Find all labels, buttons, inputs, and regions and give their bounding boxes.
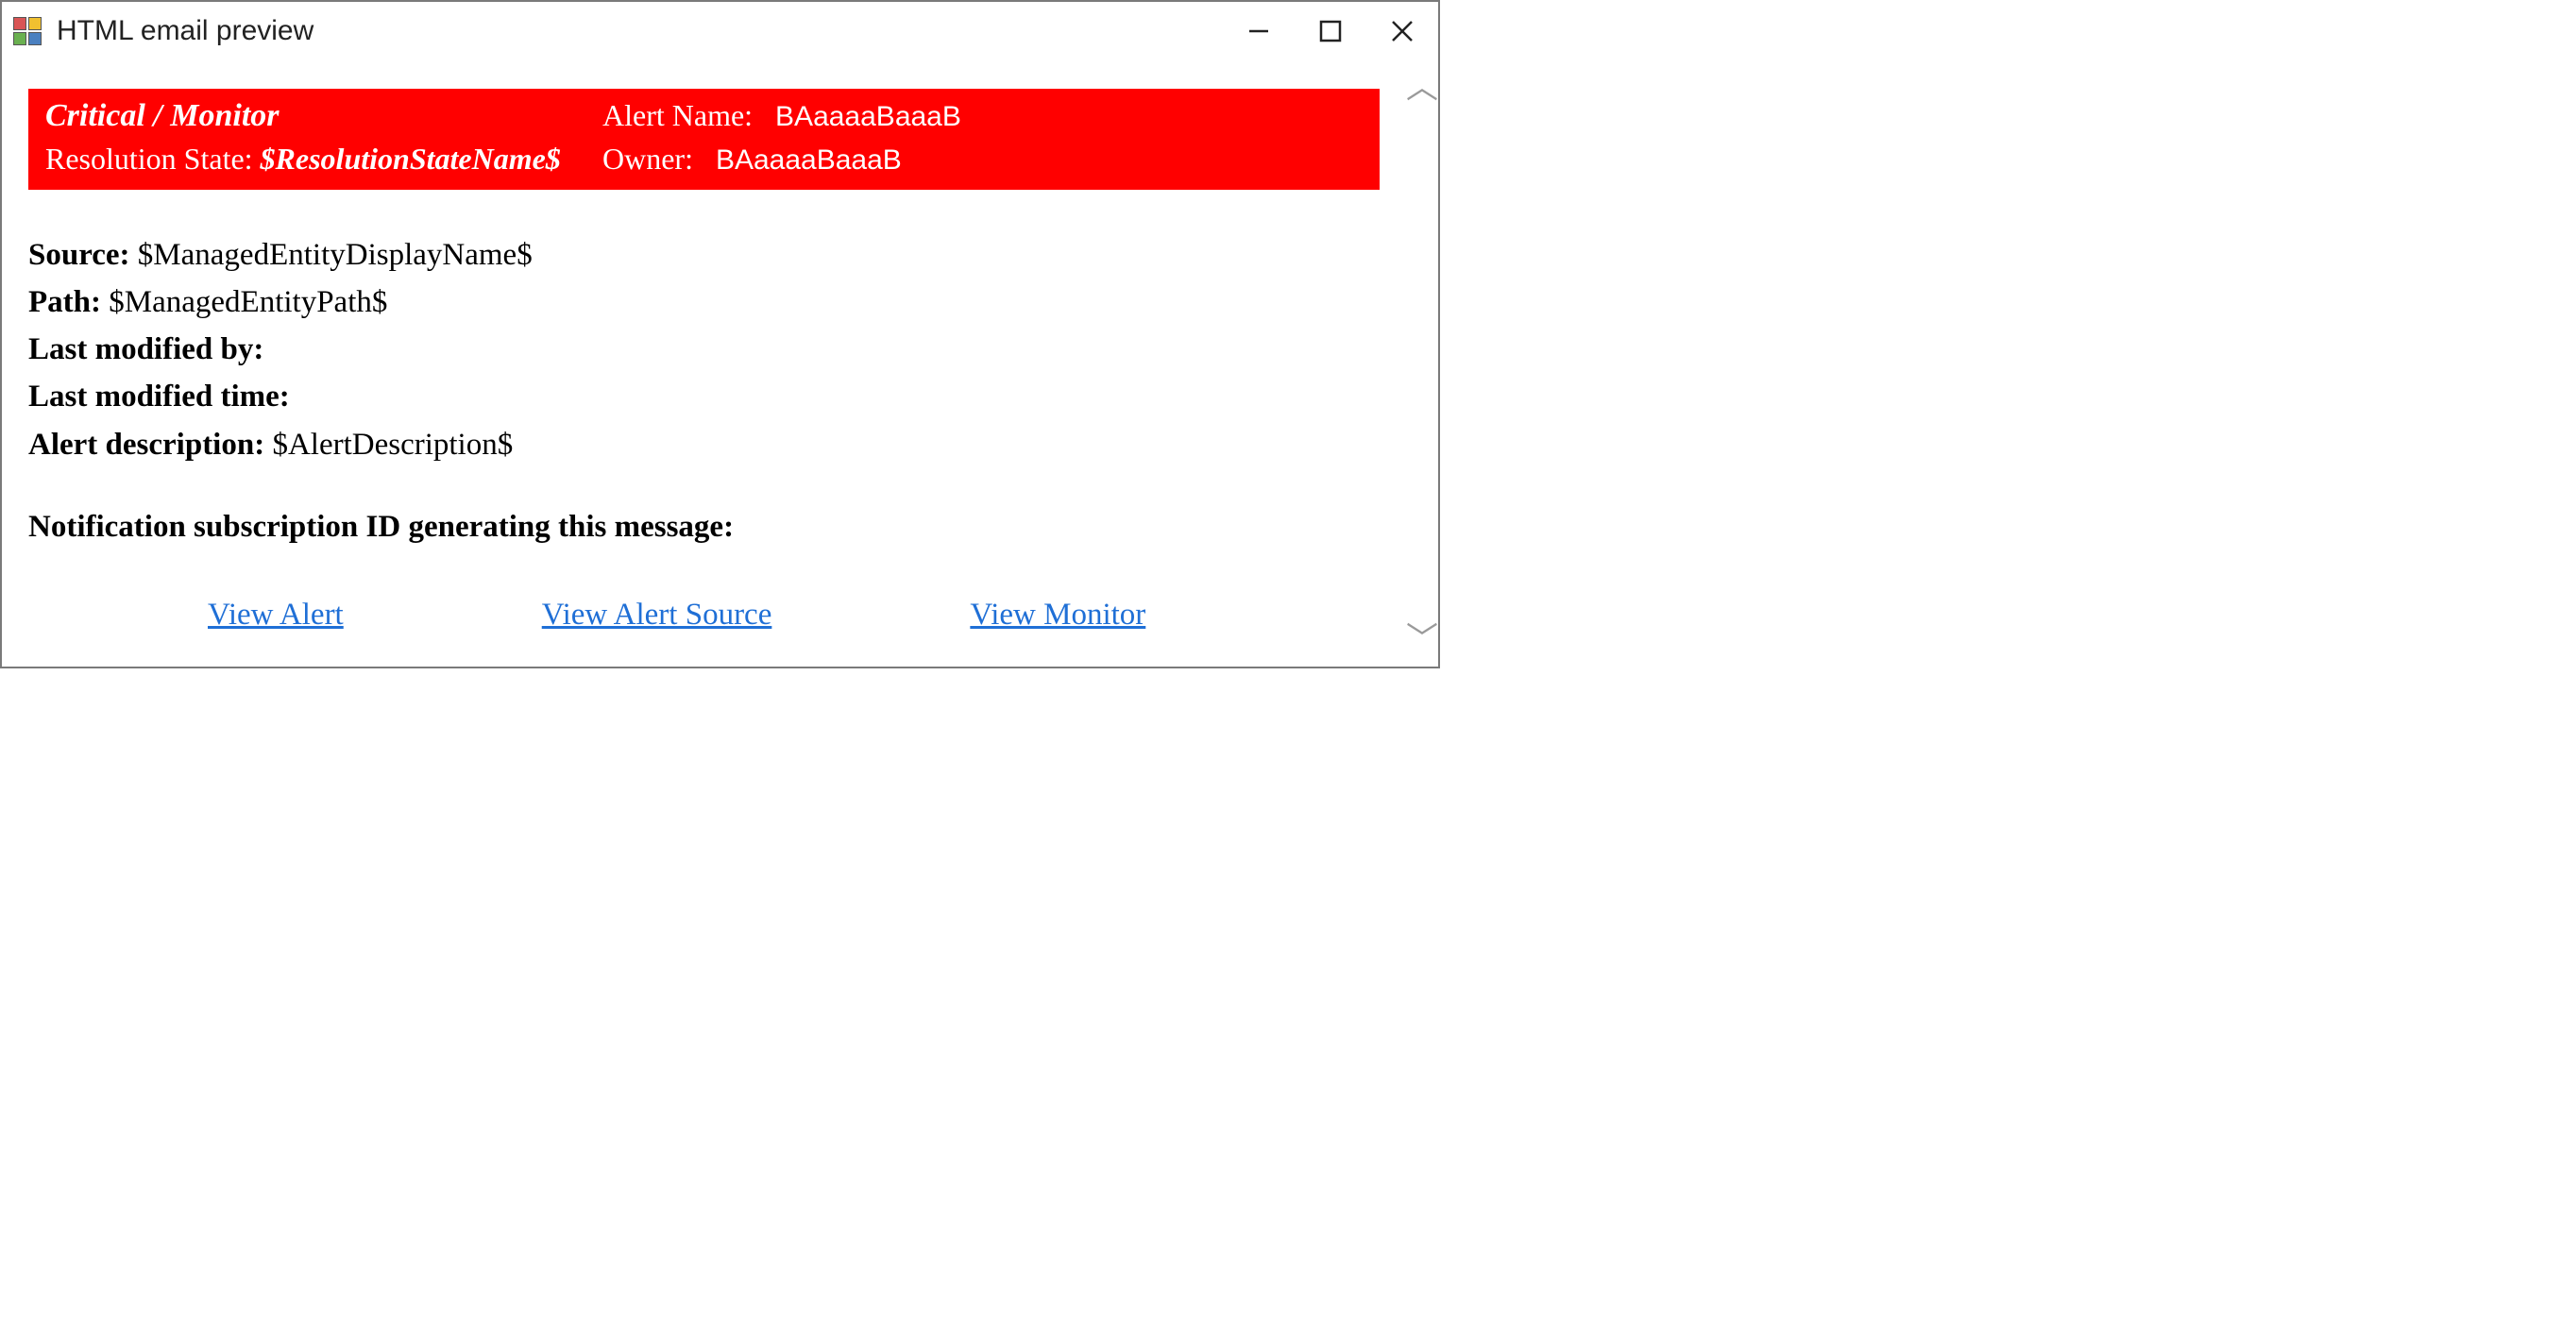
- path-value: $ManagedEntityPath$: [109, 285, 387, 319]
- alert-banner: Critical / Monitor Alert Name: BAaaaaBaa…: [28, 89, 1380, 190]
- view-alert-link[interactable]: View Alert: [208, 598, 344, 633]
- source-value: $ManagedEntityDisplayName$: [138, 238, 533, 272]
- last-modified-by-label: Last modified by:: [28, 332, 263, 366]
- source-label: Source:: [28, 238, 130, 272]
- alert-name-value: BAaaaaBaaaB: [775, 101, 961, 132]
- path-label: Path:: [28, 285, 101, 319]
- last-modified-time-label: Last modified time:: [28, 380, 290, 414]
- resolution-state-value: $ResolutionStateName$: [261, 142, 561, 176]
- vertical-scrollbar[interactable]: ︿ ﹀: [1406, 60, 1438, 667]
- last-modified-by-row: Last modified by:: [28, 326, 1380, 373]
- last-modified-time-row: Last modified time:: [28, 373, 1380, 420]
- client-area: Critical / Monitor Alert Name: BAaaaaBaa…: [2, 60, 1438, 667]
- owner-label: Owner:: [602, 142, 693, 176]
- links-row: View Alert View Alert Source View Monito…: [28, 598, 1380, 633]
- email-content: Critical / Monitor Alert Name: BAaaaaBaa…: [2, 60, 1406, 667]
- window-controls: [1223, 2, 1438, 60]
- maximize-icon: [1318, 19, 1343, 43]
- app-icon: [13, 17, 42, 45]
- view-alert-source-link[interactable]: View Alert Source: [542, 598, 772, 633]
- alert-name-label: Alert Name:: [602, 98, 753, 132]
- alert-description-row: Alert description: $AlertDescription$: [28, 421, 1380, 468]
- close-icon: [1389, 18, 1415, 44]
- path-row: Path: $ManagedEntityPath$: [28, 279, 1380, 326]
- titlebar: HTML email preview: [2, 2, 1438, 60]
- close-button[interactable]: [1366, 2, 1438, 60]
- minimize-icon: [1246, 18, 1272, 44]
- titlebar-left: HTML email preview: [13, 15, 314, 47]
- minimize-button[interactable]: [1223, 2, 1295, 60]
- alert-description-label: Alert description:: [28, 428, 264, 462]
- source-row: Source: $ManagedEntityDisplayName$: [28, 231, 1380, 279]
- scroll-down-icon[interactable]: ﹀: [1406, 623, 1438, 655]
- window-title: HTML email preview: [57, 15, 314, 47]
- preview-window: HTML email preview: [0, 0, 1440, 668]
- maximize-button[interactable]: [1295, 2, 1366, 60]
- scroll-up-icon[interactable]: ︿: [1406, 72, 1438, 104]
- resolution-state-label: Resolution State:: [45, 142, 253, 176]
- severity-text: Critical / Monitor: [45, 98, 280, 133]
- alert-description-value: $AlertDescription$: [272, 428, 513, 462]
- subscription-id-label: Notification subscription ID generating …: [28, 510, 734, 544]
- owner-value: BAaaaaBaaaB: [716, 144, 902, 176]
- alert-details: Source: $ManagedEntityDisplayName$ Path:…: [28, 231, 1380, 468]
- view-monitor-link[interactable]: View Monitor: [970, 598, 1145, 633]
- subscription-id-row: Notification subscription ID generating …: [28, 510, 1380, 545]
